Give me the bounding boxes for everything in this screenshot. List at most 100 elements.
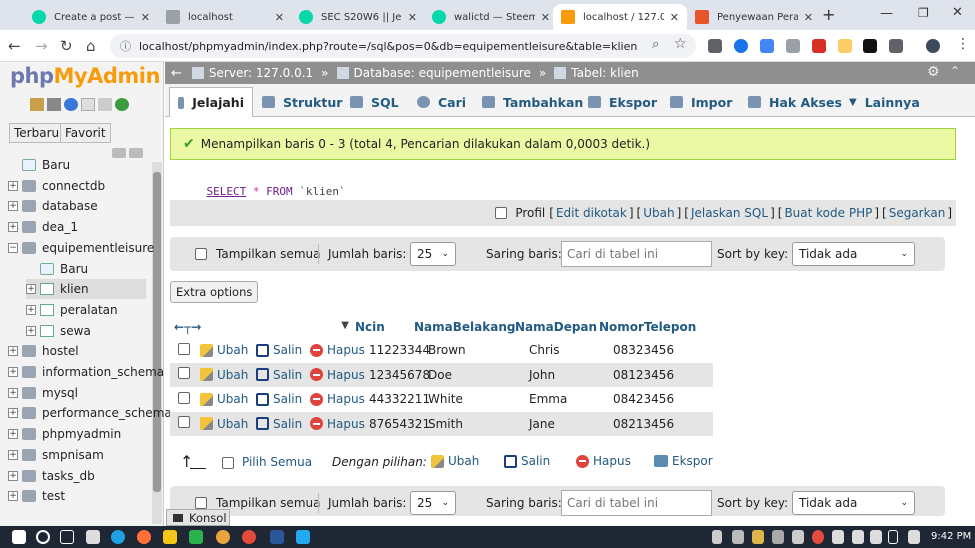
tab-browse[interactable]: Jelajahi (169, 87, 253, 117)
expand-icon[interactable]: + (8, 346, 18, 356)
tray-icon[interactable] (752, 530, 764, 544)
delete-row-button[interactable]: Hapus (310, 417, 369, 431)
cell-ncin[interactable]: 11223344 (369, 343, 430, 357)
keyboard-icon[interactable] (908, 530, 920, 544)
store-icon[interactable] (86, 530, 100, 544)
chrome-icon[interactable] (242, 530, 256, 544)
rows-select[interactable]: 25 ⌄ (410, 242, 456, 266)
row-checkbox[interactable] (178, 416, 190, 429)
expand-icon[interactable]: + (26, 326, 36, 336)
copy-row-button[interactable]: Salin (256, 392, 310, 406)
breadcrumb-table[interactable]: Tabel: klien (571, 66, 639, 80)
tab-structure[interactable]: Struktur (254, 87, 350, 117)
browser-tab-active[interactable]: localhost / 127.0.0.1✕ (553, 4, 687, 30)
create-php-link[interactable]: Buat kode PHP (784, 206, 872, 220)
extension-icon[interactable] (708, 39, 722, 53)
edit-link[interactable]: Ubah (643, 206, 674, 220)
expand-icon[interactable]: + (8, 367, 18, 377)
cell-namabelakang[interactable]: White (428, 392, 529, 406)
expand-icon[interactable]: + (8, 408, 18, 418)
edit-row-button[interactable]: Ubah (200, 343, 256, 357)
collapse-all-icon[interactable] (112, 148, 126, 158)
tree-table-item[interactable]: + sewa (26, 321, 91, 341)
tree-table-item[interactable]: + peralatan (26, 300, 118, 320)
close-tab-icon[interactable]: ✕ (275, 11, 284, 24)
favorites-button[interactable]: Favorit (60, 123, 111, 143)
bulk-delete-button[interactable]: Hapus (576, 454, 631, 468)
volume-icon[interactable] (832, 530, 844, 544)
column-header[interactable]: NamaDepan (515, 320, 599, 334)
cell-namabelakang[interactable]: Smith (428, 417, 529, 431)
sql-keyword[interactable]: SELECT (207, 185, 247, 198)
tray-icon[interactable] (792, 530, 804, 544)
tray-icon[interactable] (712, 530, 722, 544)
app-icon[interactable] (189, 530, 203, 544)
console-toggle[interactable]: Konsol (166, 509, 230, 526)
reload-icon[interactable]: ↻ (60, 37, 73, 55)
select-all-label[interactable]: Pilih Semua (242, 455, 312, 469)
close-tab-icon[interactable]: ✕ (141, 11, 150, 24)
profile-avatar[interactable] (926, 39, 940, 53)
tab-insert[interactable]: Tambahkan (474, 87, 591, 117)
cell-namadepan[interactable]: Emma (529, 392, 613, 406)
tab-privileges[interactable]: Hak Akses (740, 87, 850, 117)
sort-select[interactable]: Tidak ada ⌄ (792, 242, 915, 266)
column-arrows-icon[interactable]: ←┬→ (174, 320, 201, 334)
battery-icon[interactable] (870, 530, 882, 544)
delete-row-button[interactable]: Hapus (310, 368, 369, 382)
tree-new-item[interactable]: Baru (8, 155, 70, 175)
tree-database-item[interactable]: − equipementleisure (8, 238, 154, 258)
breadcrumb-database[interactable]: Database: equipementleisure (354, 66, 531, 80)
settings-icon[interactable] (98, 98, 112, 111)
cell-namabelakang[interactable]: Brown (428, 343, 529, 357)
cell-nomortelepon[interactable]: 08323456 (613, 343, 712, 357)
expand-icon[interactable]: + (8, 388, 18, 398)
show-all-checkbox[interactable] (195, 497, 207, 509)
pma-logo[interactable]: phpMyAdmin (10, 64, 160, 88)
tree-database-item[interactable]: + smpnisam (8, 445, 104, 465)
tree-database-item[interactable]: + phpmyadmin (8, 424, 121, 444)
tab-export[interactable]: Ekspor (580, 87, 665, 117)
translate-icon[interactable] (760, 39, 774, 53)
close-tab-icon[interactable]: ✕ (804, 11, 813, 24)
notification-icon[interactable] (888, 530, 898, 544)
cell-ncin[interactable]: 87654321 (369, 417, 430, 431)
tree-database-item[interactable]: + dea_1 (8, 217, 78, 237)
tree-database-item[interactable]: + database (8, 196, 98, 216)
collapse-arrow-icon[interactable]: ← (171, 66, 182, 81)
cell-namadepan[interactable]: Jane (529, 417, 613, 431)
sort-direction-icon[interactable]: ▼ (341, 320, 349, 334)
bookmark-star-icon[interactable]: ☆ (674, 36, 687, 52)
browser-tab[interactable]: localhost ✕ (158, 4, 292, 30)
bulk-export-button[interactable]: Ekspor (654, 454, 713, 468)
windows-start-icon[interactable] (12, 530, 26, 544)
row-checkbox[interactable] (178, 367, 190, 380)
column-header[interactable]: NamaBelakang (414, 320, 515, 334)
rows-select[interactable]: 25 ⌄ (410, 491, 456, 515)
edge-icon[interactable] (111, 530, 125, 544)
collapse-icon[interactable]: − (8, 243, 18, 253)
tree-database-item[interactable]: + information_schema (8, 362, 164, 382)
extension-icon[interactable] (863, 39, 877, 53)
cell-nomortelepon[interactable]: 08123456 (613, 368, 712, 382)
copy-row-button[interactable]: Salin (256, 368, 310, 382)
collapse-icon[interactable]: ⌃ (950, 64, 960, 78)
shield-icon[interactable] (786, 39, 800, 53)
tab-sql[interactable]: SQL (342, 87, 407, 117)
zoom-icon[interactable]: ⌕ (652, 37, 659, 52)
tree-database-item[interactable]: + mysql (8, 383, 78, 403)
cell-namadepan[interactable]: Chris (529, 343, 613, 357)
expand-icon[interactable]: + (8, 450, 18, 460)
row-checkbox[interactable] (178, 391, 190, 404)
bulk-copy-button[interactable]: Salin (504, 454, 550, 468)
cell-ncin[interactable]: 12345678 (369, 368, 430, 382)
url-bar[interactable]: ⓘ localhost/phpmyadmin/index.php?route=/… (110, 34, 696, 58)
cell-namabelakang[interactable]: Doe (428, 368, 529, 382)
task-view-icon[interactable] (60, 530, 74, 544)
extension-icon[interactable] (838, 39, 852, 53)
tab-search[interactable]: Cari (409, 87, 474, 117)
minimize-icon[interactable]: — (880, 6, 893, 21)
explain-sql-link[interactable]: Jelaskan SQL (691, 206, 768, 220)
expand-icon[interactable]: + (8, 491, 18, 501)
nav-scrollbar[interactable] (152, 162, 162, 524)
